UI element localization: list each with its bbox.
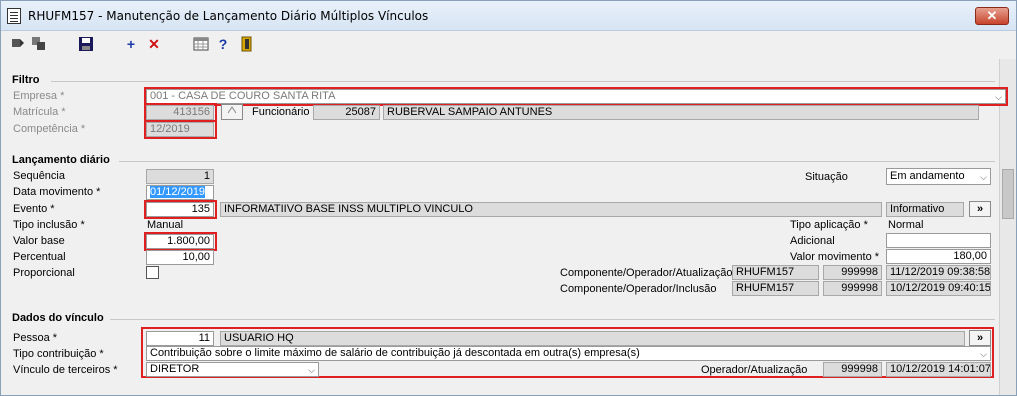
document-icon [7,8,21,24]
empresa-value: 001 - CASA DE COURO SANTA RITA [150,90,336,102]
proporcional-checkbox[interactable] [146,266,159,279]
first-record-icon[interactable] [10,36,26,52]
tipo-contribuicao-label: Tipo contribuição * [13,348,104,360]
evento-description: INFORMATIIVO BASE INSS MULTIPLO VINCULO [220,202,882,217]
tipo-aplicacao-label: Tipo aplicação * [790,219,868,231]
chevron-down-icon: ⌵ [308,365,315,375]
competencia-label: Competência * [13,123,86,135]
close-button[interactable]: ✕ [975,7,1009,25]
data-movimento-value: 01/12/2019 [150,186,206,198]
tipo-inclusao-value: Manual [147,219,184,231]
valor-base-input[interactable]: 1.800,00 [146,234,214,249]
empresa-select[interactable]: 001 - CASA DE COURO SANTA RITA ⌵ [146,89,1006,104]
comp-inclusao-datetime: 10/12/2019 09:40:15 [886,281,991,296]
sequencia-input: 1 [146,169,214,184]
operador-atualizacao-operator: 999998 [823,362,882,377]
chevron-down-icon: ⌵ [980,172,987,182]
filtro-section-title: Filtro [12,74,40,86]
evento-code-input[interactable]: 135 [146,202,214,217]
adicional-input[interactable] [886,233,991,248]
operador-atualizacao-datetime: 10/12/2019 14:01:07 [886,362,991,377]
tipo-aplicacao-value: Normal [888,219,924,231]
tipo-inclusao-label: Tipo inclusão * [13,219,85,231]
chevron-down-icon: ⌵ [995,92,1002,102]
chevron-down-icon: ⌵ [980,349,987,359]
copy-record-icon[interactable] [31,36,47,52]
pessoa-label: Pessoa * [13,332,58,344]
data-movimento-label: Data movimento * [13,186,101,198]
pessoa-more-button[interactable]: » [969,330,991,346]
tipo-contribuicao-select[interactable]: Contribuição sobre o limite máximo de sa… [146,346,991,361]
proporcional-label: Proporcional [13,267,75,279]
app-window: RHUFM157 - Manutenção de Lançamento Diár… [0,0,1017,396]
data-movimento-input[interactable]: 01/12/2019 [146,185,214,200]
percentual-input[interactable]: 10,00 [146,250,214,265]
valor-movimento-input[interactable]: 180,00 [886,249,991,264]
adicional-label: Adicional [790,235,835,247]
title-bar: RHUFM157 - Manutenção de Lançamento Diár… [1,1,1016,31]
lancamento-section-title: Lançamento diário [12,154,110,166]
competencia-input[interactable]: 12/2019 [146,122,214,137]
valor-base-label: Valor base [13,235,65,247]
comp-atualizacao-component: RHUFM157 [732,265,819,280]
percentual-label: Percentual [13,251,66,263]
funcionario-label: Funcionário [252,106,310,118]
pessoa-name: USUARIO HQ [220,331,965,346]
comp-atualizacao-datetime: 11/12/2019 09:38:58 [886,265,991,280]
evento-more-button[interactable]: » [969,201,991,217]
help-icon[interactable]: ? [215,36,231,52]
lancamento-divider [119,161,995,162]
operador-atualizacao-label: Operador/Atualização [701,364,808,376]
pessoa-code-input[interactable]: 11 [146,331,214,346]
save-icon[interactable] [78,36,94,52]
scroll-thumb[interactable] [1002,169,1014,219]
toolbar: + ✕ ? [1,32,1016,57]
delete-record-icon[interactable]: ✕ [146,36,162,52]
comp-inclusao-component: RHUFM157 [732,281,819,296]
tipo-contribuicao-value: Contribuição sobre o limite máximo de sa… [150,347,640,359]
add-record-icon[interactable]: + [123,36,139,52]
vertical-scrollbar[interactable] [999,59,1016,395]
funcionario-code: 25087 [313,105,380,120]
filtro-divider [51,81,995,82]
vinculo-section-title: Dados do vínculo [12,312,104,324]
vinculo-terceiros-label: Vínculo de terceiros * [13,364,118,376]
empresa-label: Empresa * [13,90,65,102]
matricula-lookup-button[interactable] [221,104,243,120]
sequencia-label: Sequência [13,170,65,182]
funcionario-name: RUBERVAL SAMPAIO ANTUNES [383,105,979,120]
situacao-label: Situação [805,171,848,183]
exit-door-icon[interactable] [239,36,255,52]
vinculo-terceiros-select[interactable]: DIRETOR ⌵ [146,362,319,377]
comp-atualizacao-label: Componente/Operador/Atualização [560,267,733,279]
valor-movimento-label: Valor movimento * [790,251,880,263]
situacao-select[interactable]: Em andamento ⌵ [886,168,991,185]
vinculo-terceiros-value: DIRETOR [150,363,200,375]
evento-label: Evento * [13,203,55,215]
situacao-value: Em andamento [890,170,965,182]
comp-inclusao-operator: 999998 [823,281,882,296]
comp-inclusao-label: Componente/Operador/Inclusão [560,283,717,295]
matricula-label: Matrícula * [13,106,66,118]
evento-tipo: Informativo [886,202,964,217]
comp-atualizacao-operator: 999998 [823,265,882,280]
matricula-input[interactable]: 413156 [146,105,214,120]
calendar-grid-icon[interactable] [193,36,209,52]
vinculo-divider [110,319,995,320]
window-title: RHUFM157 - Manutenção de Lançamento Diár… [28,9,429,23]
